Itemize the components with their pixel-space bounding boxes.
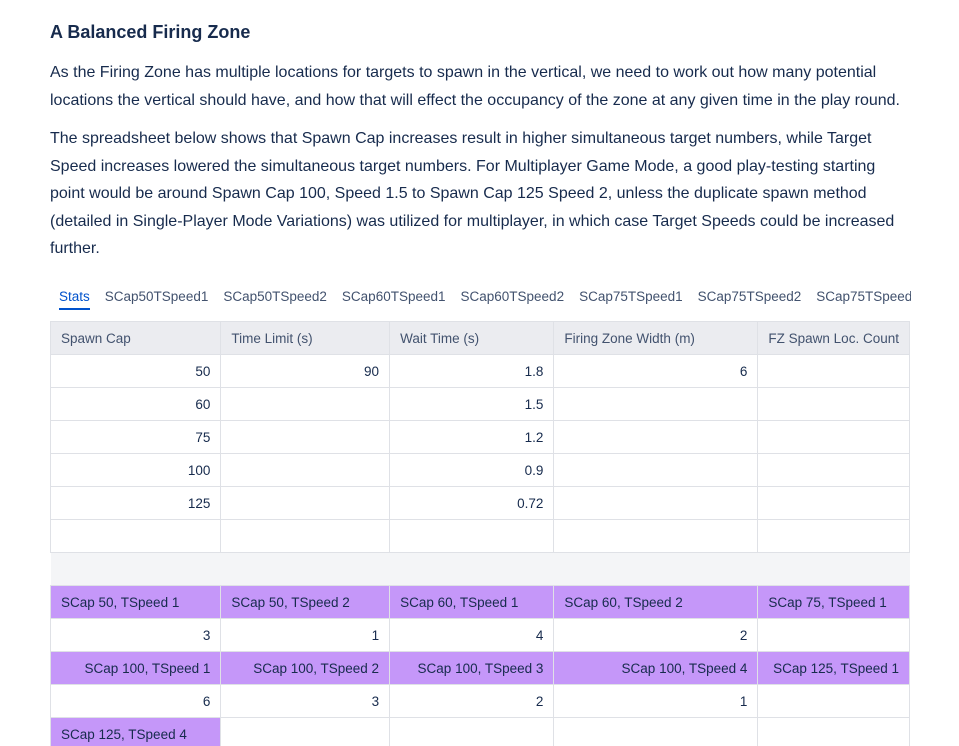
header-cell[interactable]: Wait Time (s) [389,321,555,355]
table-cell[interactable]: SCap 125, TSpeed 4 [50,717,222,746]
table-row: 100 0.9 [50,453,910,487]
spreadsheet: Spawn Cap Time Limit (s) Wait Time (s) F… [50,321,910,746]
table-cell[interactable] [553,387,759,421]
table-cell[interactable]: 50 [50,354,222,388]
table-cell[interactable]: 1.2 [389,420,555,454]
table-cell[interactable] [757,519,910,553]
spacer-cell [50,552,910,586]
header-cell[interactable]: Firing Zone Width (m) [553,321,759,355]
tab-stats[interactable]: Stats [59,289,90,310]
table-row [50,519,910,553]
table-cell[interactable] [757,684,910,718]
table-row: SCap 125, TSpeed 4 [50,717,910,746]
table-cell[interactable]: 60 [50,387,222,421]
table-cell[interactable] [220,387,391,421]
tab-scap50tspeed2[interactable]: SCap50TSpeed2 [223,289,327,308]
table-row: 50 90 1.8 6 [50,354,910,388]
table-cell[interactable]: 100 [50,453,222,487]
table-spacer-row [50,552,910,586]
table-cell[interactable]: 1 [553,684,759,718]
table-row: 125 0.72 [50,486,910,520]
table-cell[interactable]: 0.72 [389,486,555,520]
tab-scap75tspeed2[interactable]: SCap75TSpeed2 [698,289,802,308]
table-cell[interactable] [553,420,759,454]
table-row: 6 3 2 1 [50,684,910,718]
table-cell[interactable]: SCap 50, TSpeed 1 [50,585,222,619]
table-cell[interactable] [757,420,910,454]
header-cell[interactable]: FZ Spawn Loc. Count [757,321,910,355]
table-cell[interactable] [553,519,759,553]
table-cell[interactable] [757,717,910,746]
table-cell[interactable]: SCap 100, TSpeed 4 [553,651,759,685]
tab-scap60tspeed1[interactable]: SCap60TSpeed1 [342,289,446,308]
table-cell[interactable] [220,453,391,487]
table-row: 75 1.2 [50,420,910,454]
table-cell[interactable]: SCap 125, TSpeed 1 [757,651,910,685]
table-cell[interactable] [220,486,391,520]
table-row: 60 1.5 [50,387,910,421]
table-cell[interactable]: SCap 100, TSpeed 2 [220,651,391,685]
table-cell[interactable] [757,354,910,388]
stats-table: Spawn Cap Time Limit (s) Wait Time (s) F… [50,321,910,746]
table-cell[interactable]: SCap 50, TSpeed 2 [220,585,391,619]
table-cell[interactable] [220,420,391,454]
table-row: SCap 50, TSpeed 1 SCap 50, TSpeed 2 SCap… [50,585,910,619]
table-cell[interactable]: SCap 75, TSpeed 1 [757,585,910,619]
table-cell[interactable] [389,519,555,553]
tab-scap75tspeed1[interactable]: SCap75TSpeed1 [579,289,683,308]
table-cell[interactable]: 125 [50,486,222,520]
table-cell[interactable]: 1 [220,618,391,652]
table-cell[interactable] [50,519,222,553]
table-cell[interactable] [389,717,555,746]
table-cell[interactable] [757,618,910,652]
table-cell[interactable]: 0.9 [389,453,555,487]
table-cell[interactable]: 3 [50,618,222,652]
table-cell[interactable]: 1.5 [389,387,555,421]
table-cell[interactable] [553,717,759,746]
table-header-row: Spawn Cap Time Limit (s) Wait Time (s) F… [50,321,910,355]
table-cell[interactable]: 75 [50,420,222,454]
table-cell[interactable] [553,486,759,520]
table-cell[interactable]: SCap 100, TSpeed 1 [50,651,222,685]
table-cell[interactable]: 90 [220,354,391,388]
sheet-tabs: Stats SCap50TSpeed1 SCap50TSpeed2 SCap60TSp… [59,289,911,315]
table-cell[interactable]: 2 [389,684,555,718]
table-cell[interactable]: SCap 60, TSpeed 2 [553,585,759,619]
table-cell[interactable]: 2 [553,618,759,652]
table-row: SCap 100, TSpeed 1 SCap 100, TSpeed 2 SC… [50,651,910,685]
tab-scap75tspeed3[interactable]: SCap75TSpeed3 [816,289,911,308]
table-cell[interactable] [757,453,910,487]
spreadsheet-paragraph: The spreadsheet below shows that Spawn C… [50,130,895,257]
tab-scap50tspeed1[interactable]: SCap50TSpeed1 [105,289,209,308]
table-cell[interactable] [220,519,391,553]
table-cell[interactable]: 1.8 [389,354,555,388]
table-cell[interactable] [757,387,910,421]
table-row: 3 1 4 2 [50,618,910,652]
section-heading: A Balanced Firing Zone [50,22,251,42]
tab-scap60tspeed2[interactable]: SCap60TSpeed2 [461,289,565,308]
table-cell[interactable]: 3 [220,684,391,718]
table-cell[interactable]: 4 [389,618,555,652]
table-cell[interactable]: SCap 60, TSpeed 1 [389,585,555,619]
table-cell[interactable]: SCap 100, TSpeed 3 [389,651,555,685]
header-cell[interactable]: Time Limit (s) [220,321,391,355]
table-cell[interactable] [757,486,910,520]
table-cell[interactable]: 6 [553,354,759,388]
header-cell[interactable]: Spawn Cap [50,321,222,355]
table-cell[interactable]: 6 [50,684,222,718]
table-cell[interactable] [553,453,759,487]
table-cell[interactable] [220,717,391,746]
intro-paragraph: As the Firing Zone has multiple location… [50,64,900,109]
